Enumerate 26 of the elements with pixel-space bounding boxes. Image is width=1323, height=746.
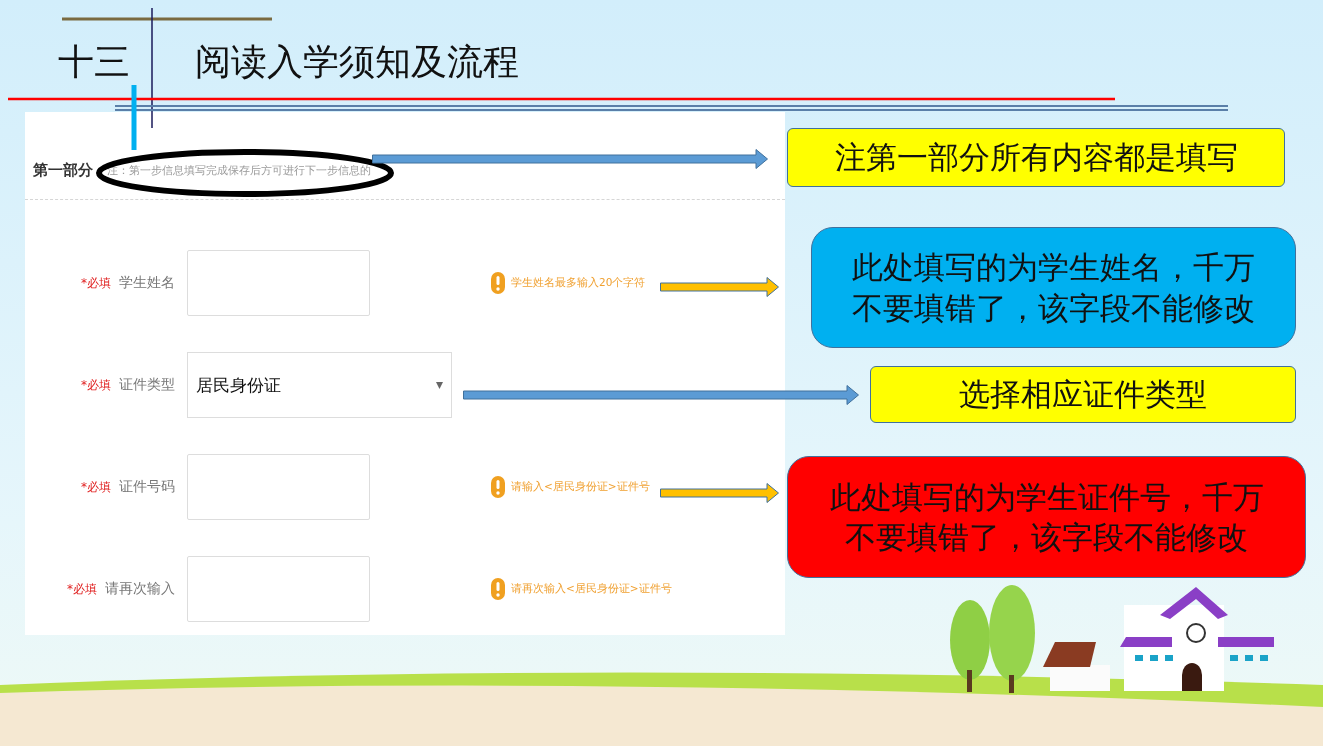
- hint-text: 请输入<居民身份证>证件号: [511, 480, 650, 494]
- callout: 此处填写的为学生证件号，千万不要填错了，该字段不能修改: [787, 456, 1306, 578]
- field-label: 请再次输入: [105, 580, 175, 598]
- required-mark: *必填: [67, 580, 97, 598]
- caret-icon: [436, 381, 443, 389]
- required-mark: *必填: [81, 274, 111, 292]
- hint-text: 学生姓名最多输入20个字符: [511, 276, 646, 290]
- callout: 选择相应证件类型: [870, 366, 1296, 423]
- required-mark: *必填: [81, 478, 111, 496]
- slide-title: 阅读入学须知及流程: [195, 40, 519, 84]
- section-title: 第一部分: [33, 161, 93, 180]
- warning-icon: [491, 272, 505, 294]
- warning-icon: [491, 578, 505, 600]
- id-type-select[interactable]: 居民身份证: [187, 352, 452, 418]
- warning-icon: [491, 476, 505, 498]
- text-input[interactable]: [187, 454, 370, 520]
- text-input[interactable]: [187, 556, 370, 622]
- callout: 此处填写的为学生姓名，千万不要填错了，该字段不能修改: [811, 227, 1296, 348]
- field-label: 证件类型: [119, 376, 175, 394]
- text-input[interactable]: [187, 250, 370, 316]
- section-number: 十三: [58, 40, 131, 84]
- field-label: 证件号码: [119, 478, 175, 496]
- required-mark: *必填: [81, 376, 111, 394]
- field-label: 学生姓名: [119, 274, 175, 292]
- callout: 注第一部分所有内容都是填写: [787, 128, 1285, 187]
- hint-text: 请再次输入<居民身份证>证件号: [511, 582, 672, 596]
